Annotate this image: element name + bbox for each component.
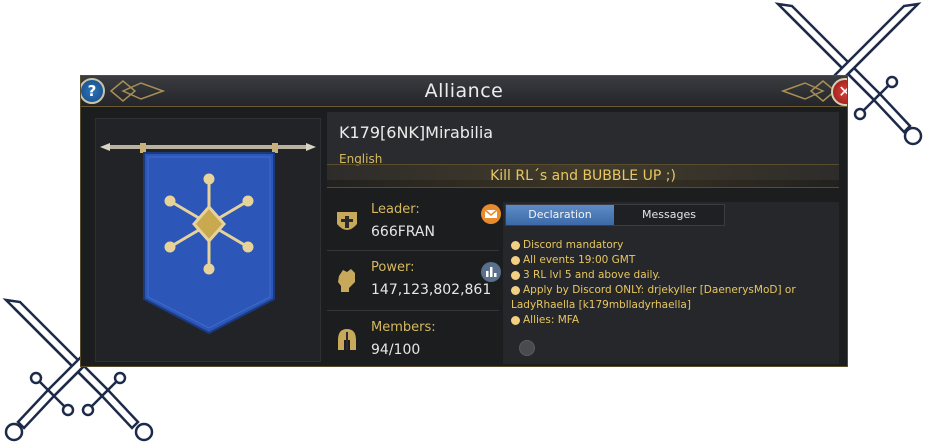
members-value: 94/100 <box>371 342 421 358</box>
mail-icon <box>484 209 498 218</box>
title-bar: Alliance <box>81 76 847 107</box>
banner-flag-icon <box>100 143 316 335</box>
bar-chart-icon <box>486 267 497 277</box>
helmet-icon <box>338 329 356 350</box>
alliance-window: Alliance ? ✕ <box>80 75 848 367</box>
list-item: All events 19:00 GMT <box>511 253 831 268</box>
list-item: Allies: MFA <box>511 313 831 328</box>
power-value: 147,123,802,861 <box>371 282 492 298</box>
tab-messages[interactable]: Messages <box>614 205 724 225</box>
list-item: LadyRhaella [k179mblladyrhaella] <box>511 299 691 311</box>
fist-icon <box>338 269 355 292</box>
leader-label: Leader: <box>371 202 420 217</box>
alliance-motto: Kill RL´s and BUBBLE UP ;) <box>490 168 676 184</box>
divider <box>327 250 499 251</box>
alliance-name: K179[6NK]Mirabilia <box>339 123 494 142</box>
help-button[interactable]: ? <box>81 78 105 104</box>
power-stat: Power: 147,123,802,861 <box>327 254 501 312</box>
helmet-shield-icon <box>337 212 357 230</box>
alliance-banner <box>95 118 321 362</box>
power-stats-button[interactable] <box>481 262 501 282</box>
leader-stat: Leader: 666FRAN <box>327 196 501 254</box>
mail-button[interactable] <box>481 204 501 224</box>
motto-bar: Kill RL´s and BUBBLE UP ;) <box>327 164 839 188</box>
right-ornament-icon <box>781 80 837 102</box>
leader-value: 666FRAN <box>371 224 435 240</box>
list-item: Discord mandatory <box>511 238 831 253</box>
tab-bar: Declaration Messages <box>505 204 725 226</box>
window-title: Alliance <box>424 80 504 102</box>
divider <box>327 310 499 311</box>
list-item: 3 RL lvl 5 and above daily. <box>511 268 831 283</box>
tab-declaration[interactable]: Declaration <box>506 205 614 225</box>
members-stat: Members: 94/100 <box>327 314 499 366</box>
info-panel: Declaration Messages Discord mandatory A… <box>503 202 839 364</box>
members-label: Members: <box>371 320 436 335</box>
declaration-list: Discord mandatory All events 19:00 GMT 3… <box>511 238 831 328</box>
power-label: Power: <box>371 260 415 275</box>
emblem-badge-icon <box>519 340 535 356</box>
list-item: Apply by Discord ONLY: drjekyller [Daene… <box>511 283 831 298</box>
